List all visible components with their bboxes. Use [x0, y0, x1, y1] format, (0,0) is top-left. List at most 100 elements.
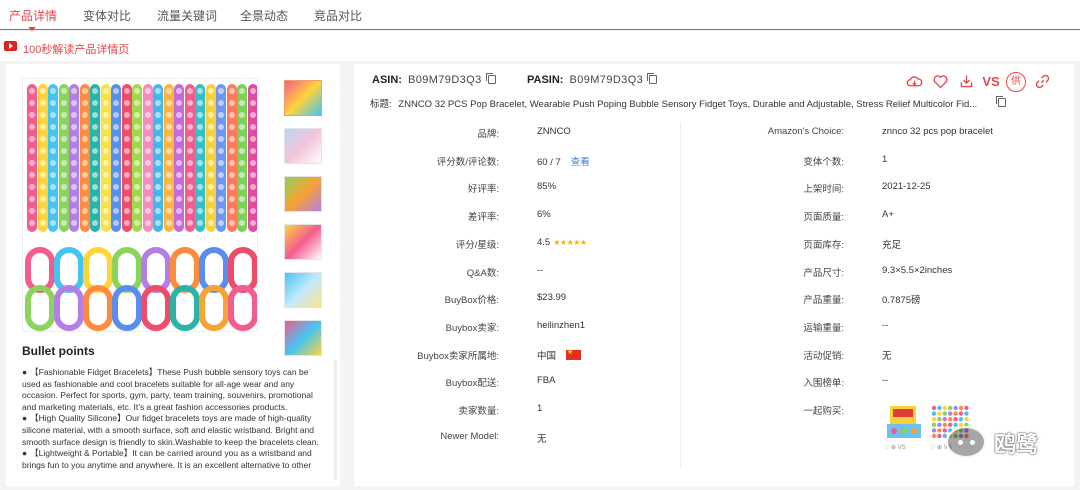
- field-label: 页面库存:: [803, 239, 844, 251]
- product-main-image[interactable]: [22, 78, 258, 332]
- pasin-row: PASIN: B09M79D3Q3: [527, 73, 658, 86]
- field-value: ZNNCO: [537, 126, 571, 137]
- bullet-item: ● 【High Quality Silicone】Our fidget brace…: [22, 413, 319, 447]
- field-value: 9.3×5.5×2inches: [882, 264, 953, 276]
- bullet-item: ● 【Fashionable Fidget Bracelets】These Pus…: [22, 367, 313, 412]
- copy-title-icon[interactable]: [996, 96, 1006, 107]
- product-title-row: 标题: ZNNCO 32 PCS Pop Bracelet, Wearable …: [370, 96, 1010, 110]
- product-thumbnail[interactable]: [284, 272, 322, 308]
- copy-icon[interactable]: [485, 73, 496, 84]
- favorite-heart-icon[interactable]: [930, 72, 950, 92]
- video-guide-bar: 100秒解读产品详情页: [0, 31, 1080, 61]
- bracelet-band: [100, 84, 111, 232]
- buy-together-product[interactable]: [884, 404, 924, 440]
- field-label: 产品尺寸:: [803, 267, 844, 279]
- field-value: 1: [537, 403, 543, 414]
- bullet-points-list: ● 【Fashionable Fidget Bracelets】These Pus…: [22, 367, 326, 484]
- link-icon[interactable]: [1032, 72, 1052, 92]
- tab-product-details[interactable]: 产品详情: [9, 7, 57, 24]
- bracelet-band: [226, 84, 237, 232]
- wechat-logo-icon: [946, 426, 986, 458]
- field-label: Buybox配送:: [445, 378, 499, 390]
- watermark-text: 鸥鹭: [994, 432, 1039, 457]
- bracelet-band: [163, 84, 174, 232]
- bracelet-band: [58, 84, 69, 232]
- field-label: Buybox卖家:: [445, 322, 499, 334]
- field-label: 产品重量:: [803, 295, 844, 307]
- field-value: 6%: [537, 209, 551, 221]
- field-label: 页面质量:: [803, 212, 844, 224]
- bracelet-band: [111, 84, 121, 232]
- field-label: 上架时间:: [803, 184, 844, 196]
- field-label: BuyBox价格:: [444, 295, 499, 307]
- video-guide-link[interactable]: 100秒解读产品详情页: [23, 41, 129, 57]
- bracelet-band: [90, 84, 100, 232]
- field-value: heilinzhen1: [537, 319, 586, 331]
- bracelet-band: [132, 84, 142, 232]
- buy-together-actions[interactable]: ♡ ⊕ VS: [884, 444, 926, 451]
- thumbnail-list: [284, 80, 324, 368]
- field-value: 60 / 7 查看: [537, 156, 590, 168]
- tab-traffic-keywords[interactable]: 流量关键词: [157, 7, 217, 24]
- field-value: 充足: [882, 239, 902, 251]
- bracelet-ring: [83, 285, 113, 331]
- bracelet-band: [216, 84, 226, 232]
- video-play-icon[interactable]: [4, 41, 17, 51]
- field-label: 差评率:: [467, 212, 499, 224]
- product-thumbnail[interactable]: [284, 224, 322, 260]
- field-label: 活动促销:: [803, 350, 844, 362]
- compare-vs-button[interactable]: VS: [981, 72, 1001, 92]
- tab-competitor-compare[interactable]: 竞品对比: [314, 7, 362, 24]
- field-label: Buybox卖家所属地:: [417, 350, 499, 362]
- field-value: A+: [882, 209, 894, 221]
- bullets-scrollbar[interactable]: [334, 360, 337, 480]
- cloud-icon[interactable]: [904, 72, 924, 92]
- product-thumbnail[interactable]: [284, 80, 322, 116]
- field-label: 评分/星级:: [455, 239, 499, 251]
- bracelet-band: [121, 84, 132, 232]
- field-label: 运输重量:: [803, 322, 844, 334]
- product-thumbnail[interactable]: [284, 320, 322, 356]
- bracelet-band: [153, 84, 163, 232]
- china-flag-icon: [566, 348, 582, 360]
- field-value: znnco 32 pcs pop bracelet: [882, 126, 993, 137]
- bracelet-ring: [170, 285, 200, 331]
- tab-bar: 产品详情 变体对比 流量关键词 全景动态 竞品对比: [0, 0, 1080, 31]
- product-title: ZNNCO 32 PCS Pop Bracelet, Wearable Push…: [398, 99, 978, 110]
- field-label: 评分数/评论数:: [436, 156, 499, 168]
- field-label: 入围榜单:: [803, 378, 844, 390]
- tab-variant-compare[interactable]: 变体对比: [83, 7, 131, 24]
- product-thumbnail[interactable]: [284, 128, 322, 164]
- bracelet-ring: [141, 285, 171, 331]
- asin-value: B09M79D3Q3: [407, 74, 482, 86]
- view-reviews-link[interactable]: 查看: [571, 157, 590, 168]
- copy-icon[interactable]: [647, 73, 658, 84]
- action-toolbar: VS 供: [904, 72, 1054, 92]
- bullet-points-heading: Bullet points: [22, 344, 95, 358]
- bullet-item: ● 【Lightweight & Portable】It can be carri…: [22, 448, 312, 470]
- bracelet-band: [79, 84, 90, 232]
- bracelet-band: [27, 84, 37, 232]
- field-label: 一起购买:: [803, 406, 844, 417]
- product-thumbnail[interactable]: [284, 176, 322, 212]
- field-value: --: [882, 319, 889, 331]
- asin-row: ASIN: B09M79D3Q3: [372, 73, 496, 86]
- bracelet-ring: [228, 285, 257, 331]
- watermark: 鸥鹭: [946, 422, 1056, 462]
- field-label: Q&A数:: [466, 267, 499, 279]
- field-value: 85%: [537, 181, 557, 193]
- field-value: --: [537, 264, 544, 276]
- field-value: --: [882, 375, 889, 387]
- bracelet-band: [237, 84, 247, 232]
- bracelet-ring: [54, 285, 84, 331]
- download-icon[interactable]: [956, 72, 976, 92]
- bracelet-band: [37, 84, 48, 232]
- bracelet-band: [184, 84, 195, 232]
- tab-panorama[interactable]: 全景动态: [240, 7, 288, 24]
- field-label: 好评率:: [467, 184, 499, 196]
- field-value: 无: [537, 433, 547, 445]
- bracelet-ring: [199, 285, 229, 331]
- star-rating-icon: ★★★★★: [553, 237, 587, 247]
- supplier-button[interactable]: 供: [1006, 72, 1026, 92]
- asin-label: ASIN:: [372, 74, 402, 86]
